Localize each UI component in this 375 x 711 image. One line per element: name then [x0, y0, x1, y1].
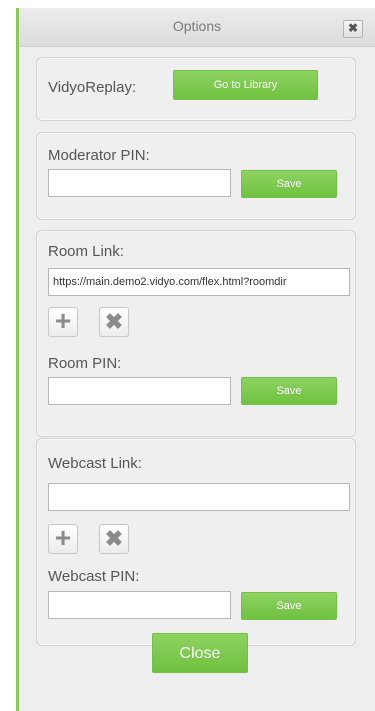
title-bar: Options ✖: [19, 8, 375, 47]
room-link-input[interactable]: https://main.demo2.vidyo.com/flex.html?r…: [48, 268, 350, 296]
moderator-pin-label: Moderator PIN:: [48, 147, 150, 164]
vidyoreplay-panel: VidyoReplay: Go to Library: [36, 57, 356, 121]
moderator-pin-panel: Moderator PIN: Save: [36, 132, 356, 220]
webcast-link-label: Webcast Link:: [48, 455, 142, 472]
options-dialog: Options ✖ VidyoReplay: Go to Library Mod…: [16, 8, 375, 711]
room-save-button[interactable]: Save: [241, 377, 337, 405]
webcast-panel: Webcast Link: + ✖ Webcast PIN: Save: [36, 438, 356, 646]
close-button[interactable]: Close: [152, 633, 248, 673]
go-to-library-button[interactable]: Go to Library: [173, 70, 318, 100]
room-pin-input[interactable]: [48, 377, 231, 405]
webcast-add-plus-icon[interactable]: +: [48, 524, 78, 554]
webcast-link-input[interactable]: [48, 483, 350, 511]
close-icon[interactable]: ✖: [343, 20, 363, 38]
moderator-pin-input[interactable]: [48, 169, 231, 197]
dialog-title: Options: [172, 18, 222, 34]
room-link-label: Room Link:: [48, 243, 124, 260]
vidyoreplay-label: VidyoReplay:: [48, 79, 137, 96]
webcast-pin-input[interactable]: [48, 591, 231, 619]
webcast-pin-label: Webcast PIN:: [48, 568, 140, 585]
room-panel: Room Link: https://main.demo2.vidyo.com/…: [36, 230, 356, 437]
webcast-save-button[interactable]: Save: [241, 592, 337, 620]
room-add-plus-icon[interactable]: +: [48, 307, 78, 337]
room-remove-x-icon[interactable]: ✖: [99, 307, 129, 337]
moderator-save-button[interactable]: Save: [241, 170, 337, 198]
webcast-remove-x-icon[interactable]: ✖: [99, 524, 129, 554]
room-pin-label: Room PIN:: [48, 355, 122, 372]
